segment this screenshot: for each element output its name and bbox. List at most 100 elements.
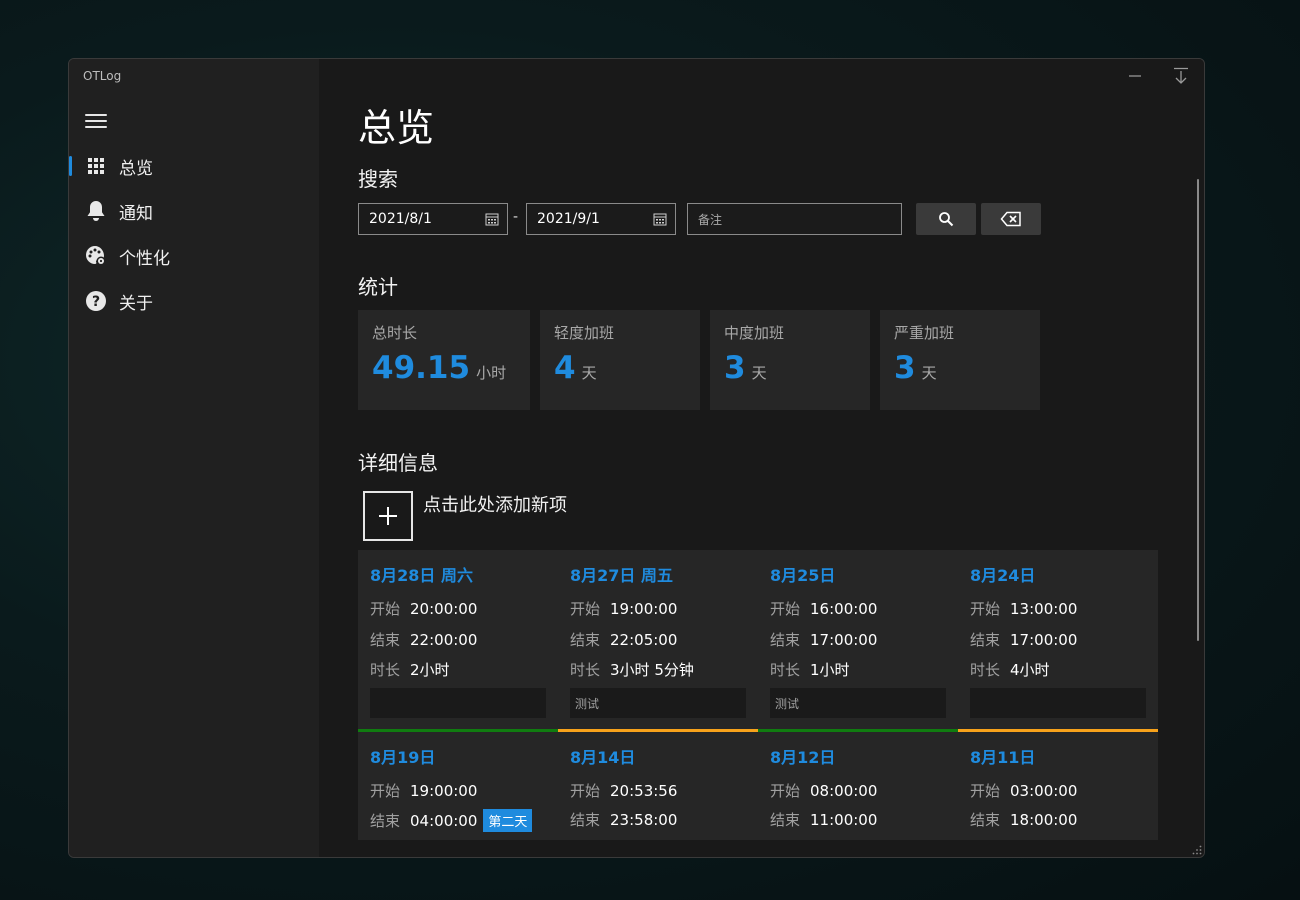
main-content: 总览 搜索 2021/8/1 - 2021/9/1 备注 统计 总时长 49.1… <box>319 59 1204 857</box>
end-label: 结束 <box>370 812 401 830</box>
entry-card[interactable]: 8月12日 开始 08:00:00 结束 11:00:00 <box>758 732 958 840</box>
resize-grip-icon[interactable] <box>1192 845 1202 855</box>
start-time: 19:00:00 <box>410 781 478 800</box>
grid-icon <box>85 155 107 177</box>
entry-note <box>370 688 546 718</box>
calendar-icon <box>653 213 667 226</box>
start-time: 20:00:00 <box>410 599 478 618</box>
app-window: OTLog 总览 通知 个性化 ? 关于 总览 搜索 2021/8/1 - 20… <box>68 58 1205 858</box>
start-time: 16:00:00 <box>810 599 878 618</box>
entry-date: 8月25日 <box>770 566 836 585</box>
end-date-picker[interactable]: 2021/9/1 <box>526 203 676 235</box>
duration-value: 3小时 5分钟 <box>610 661 694 679</box>
svg-text:?: ? <box>92 294 100 310</box>
duration-value: 4小时 <box>1010 661 1050 679</box>
duration-label: 时长 <box>770 661 801 679</box>
stats-section-title: 统计 <box>358 275 398 299</box>
stat-value: 3 <box>724 350 746 386</box>
stat-card-severe: 严重加班 3天 <box>880 310 1040 410</box>
add-entry-label[interactable]: 点击此处添加新项 <box>423 491 567 517</box>
stat-unit: 天 <box>751 364 767 382</box>
end-label: 结束 <box>970 631 1001 649</box>
stat-value: 49.15 <box>372 350 471 386</box>
date-range-separator: - <box>513 209 519 225</box>
entry-note <box>970 688 1146 718</box>
palette-icon <box>85 245 107 267</box>
end-label: 结束 <box>770 811 801 829</box>
bell-icon <box>85 200 107 222</box>
sidebar-item-label: 关于 <box>119 293 153 314</box>
end-time: 22:05:00 <box>610 630 678 649</box>
clear-search-button[interactable] <box>981 203 1041 235</box>
stat-card-medium: 中度加班 3天 <box>710 310 870 410</box>
entry-card[interactable]: 8月25日 开始 16:00:00 结束 17:00:00 时长 1小时 测试 <box>758 550 958 732</box>
sidebar-item-overview[interactable]: 总览 <box>69 148 319 184</box>
search-button[interactable] <box>916 203 976 235</box>
calendar-icon <box>485 213 499 226</box>
entry-date: 8月12日 <box>770 748 836 767</box>
start-label: 开始 <box>570 782 601 800</box>
entry-date: 8月14日 <box>570 748 636 767</box>
entry-card[interactable]: 8月24日 开始 13:00:00 结束 17:00:00 时长 4小时 <box>958 550 1158 732</box>
stat-title: 轻度加班 <box>554 324 615 342</box>
entry-date: 8月19日 <box>370 748 436 767</box>
end-time: 18:00:00 <box>1010 810 1078 829</box>
start-time: 20:53:56 <box>610 781 678 800</box>
start-label: 开始 <box>970 782 1001 800</box>
sidebar-item-label: 个性化 <box>119 248 170 269</box>
start-date-value: 2021/8/1 <box>369 211 432 227</box>
end-time: 23:58:00 <box>610 810 678 829</box>
start-date-picker[interactable]: 2021/8/1 <box>358 203 508 235</box>
end-label: 结束 <box>770 631 801 649</box>
stat-value: 3 <box>894 350 916 386</box>
duration-label: 时长 <box>570 661 601 679</box>
start-label: 开始 <box>770 600 801 618</box>
entries-grid: 8月28日 周六 开始 20:00:00 结束 22:00:00 时长 2小时 8月2… <box>358 550 1158 840</box>
sidebar: OTLog 总览 通知 个性化 ? 关于 <box>69 59 319 857</box>
hamburger-menu-icon[interactable] <box>85 111 107 129</box>
note-search-input[interactable]: 备注 <box>687 203 902 235</box>
entry-card[interactable]: 8月19日 开始 19:00:00 结束 04:00:00 第二天 <box>358 732 558 840</box>
entry-date: 8月24日 <box>970 566 1036 585</box>
stat-card-total: 总时长 49.15 小时 <box>358 310 530 410</box>
entry-date: 8月11日 <box>970 748 1036 767</box>
page-title: 总览 <box>358 106 435 150</box>
vertical-scrollbar[interactable] <box>1197 179 1199 641</box>
entry-card[interactable]: 8月11日 开始 03:00:00 结束 18:00:00 <box>958 732 1158 840</box>
sidebar-item-about[interactable]: ? 关于 <box>69 283 319 319</box>
next-day-badge: 第二天 <box>483 809 533 832</box>
app-title: OTLog <box>83 69 122 83</box>
add-entry-button[interactable] <box>363 491 413 541</box>
entry-note: 测试 <box>570 688 746 718</box>
entry-card[interactable]: 8月27日 周五 开始 19:00:00 结束 22:05:00 时长 3小时 5分钟… <box>558 550 758 732</box>
sidebar-item-personalization[interactable]: 个性化 <box>69 238 319 274</box>
entry-date: 8月28日 周六 <box>370 566 473 585</box>
duration-value: 1小时 <box>810 661 850 679</box>
minimize-button[interactable] <box>1112 59 1158 93</box>
entry-card[interactable]: 8月28日 周六 开始 20:00:00 结束 22:00:00 时长 2小时 <box>358 550 558 732</box>
end-time: 17:00:00 <box>810 630 878 649</box>
start-label: 开始 <box>370 600 401 618</box>
sidebar-item-notifications[interactable]: 通知 <box>69 193 319 229</box>
stat-value: 4 <box>554 350 576 386</box>
start-time: 03:00:00 <box>1010 781 1078 800</box>
backspace-icon <box>1000 211 1021 227</box>
stat-title: 严重加班 <box>894 324 955 342</box>
end-label: 结束 <box>970 811 1001 829</box>
start-time: 08:00:00 <box>810 781 878 800</box>
entry-card[interactable]: 8月14日 开始 20:53:56 结束 23:58:00 <box>558 732 758 840</box>
duration-label: 时长 <box>970 661 1001 679</box>
pin-button[interactable] <box>1158 59 1204 93</box>
entry-date: 8月27日 周五 <box>570 566 673 585</box>
start-label: 开始 <box>770 782 801 800</box>
start-time: 19:00:00 <box>610 599 678 618</box>
sidebar-item-label: 通知 <box>119 203 153 224</box>
details-section-title: 详细信息 <box>358 451 438 475</box>
start-label: 开始 <box>570 600 601 618</box>
minimize-icon <box>1129 75 1141 77</box>
start-label: 开始 <box>970 600 1001 618</box>
pin-down-icon <box>1174 67 1188 84</box>
help-icon: ? <box>85 290 107 312</box>
plus-icon <box>379 507 397 525</box>
search-icon <box>939 212 954 227</box>
